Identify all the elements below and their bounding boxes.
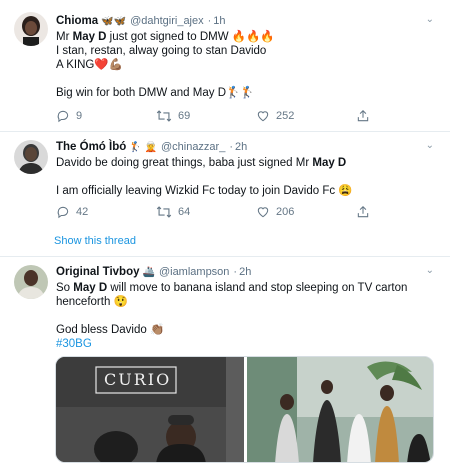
- retweet-count: 69: [178, 110, 191, 122]
- tweet-text: Mr May D just got signed to DMW 🔥🔥🔥 I st…: [56, 31, 275, 99]
- author-handle[interactable]: @iamlampson: [159, 266, 229, 278]
- separator-dot: ·: [233, 266, 238, 278]
- like-count: 206: [276, 206, 295, 218]
- avatar-chioma[interactable]: [14, 12, 48, 46]
- share-button[interactable]: [356, 205, 370, 219]
- separator-dot: ·: [207, 15, 212, 27]
- name-decoration: 🦋🦋: [101, 15, 127, 27]
- author-name[interactable]: Original Tivboy: [56, 266, 140, 278]
- chevron-down-icon[interactable]: ⌄: [426, 140, 434, 151]
- reply-count: 42: [76, 206, 89, 218]
- name-decoration: 🚢: [142, 266, 155, 278]
- share-icon: [356, 205, 370, 219]
- author-name[interactable]: The Ómó Ìbó: [56, 141, 126, 153]
- separator-dot: ·: [229, 141, 234, 153]
- like-button[interactable]: 252: [256, 109, 356, 123]
- heart-icon: [256, 205, 270, 219]
- tweet-2[interactable]: The Ómó Ìbó 🏌️ 🧝 @chinazzar_ · 2h ⌄ Davi…: [0, 132, 450, 254]
- tweet-1[interactable]: Chioma 🦋🦋 @dahtgiri_ajex · 1h ⌄ Mr May D…: [0, 0, 450, 130]
- photo-left[interactable]: CURIO: [56, 357, 244, 462]
- reply-icon: [56, 205, 70, 219]
- chevron-down-icon[interactable]: ⌄: [426, 265, 434, 276]
- mention-may-d: May D: [73, 282, 108, 294]
- retweet-icon: [156, 109, 172, 123]
- reply-button[interactable]: 9: [56, 109, 156, 123]
- avatar-the-omo-ibo[interactable]: [14, 140, 48, 174]
- heart-icon: [256, 109, 270, 123]
- chevron-down-icon[interactable]: ⌄: [426, 14, 434, 25]
- mention-may-d: May D: [312, 157, 347, 169]
- name-decoration: 🏌️ 🧝: [129, 141, 157, 153]
- retweet-count: 64: [178, 206, 191, 218]
- avatar-original-tivboy[interactable]: [14, 265, 48, 299]
- reply-button[interactable]: 42: [56, 205, 156, 219]
- retweet-button[interactable]: 69: [156, 109, 256, 123]
- author-handle[interactable]: @dahtgiri_ajex: [130, 15, 204, 27]
- photo-right[interactable]: [247, 357, 433, 462]
- tweet-text: So May D will move to banana island and …: [56, 281, 434, 351]
- timestamp[interactable]: 2h: [239, 266, 251, 278]
- tweet-media[interactable]: CURIO: [55, 356, 434, 463]
- hashtag-link[interactable]: #30BG: [56, 337, 434, 351]
- share-button[interactable]: [356, 109, 370, 123]
- like-count: 252: [276, 110, 295, 122]
- reply-icon: [56, 109, 70, 123]
- retweet-icon: [156, 205, 172, 219]
- tweet-text: Davido be doing great things, baba just …: [56, 157, 353, 197]
- like-button[interactable]: 206: [256, 205, 356, 219]
- author-handle[interactable]: @chinazzar_: [161, 141, 225, 153]
- mention-may-d: May D: [72, 31, 107, 43]
- show-thread-link[interactable]: Show this thread: [54, 235, 136, 247]
- timestamp[interactable]: 1h: [213, 15, 225, 27]
- share-icon: [356, 109, 370, 123]
- timestamp[interactable]: 2h: [235, 141, 247, 153]
- retweet-button[interactable]: 64: [156, 205, 256, 219]
- curio-sign-text: CURIO: [104, 370, 172, 389]
- author-name[interactable]: Chioma: [56, 15, 98, 27]
- reply-count: 9: [76, 110, 83, 122]
